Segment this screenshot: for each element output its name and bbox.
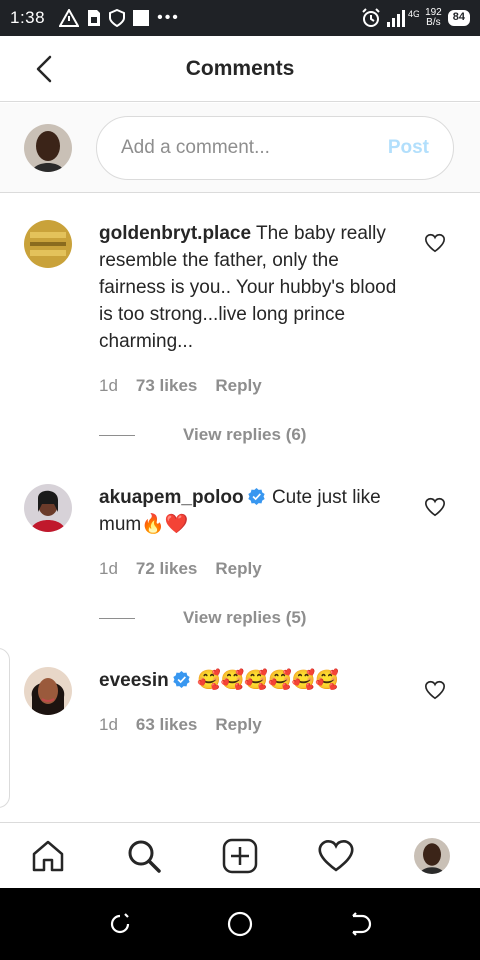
commenter-avatar[interactable] (24, 484, 72, 532)
comment-likes[interactable]: 73 likes (136, 376, 197, 396)
recents-icon (110, 913, 130, 934)
tab-profile[interactable] (408, 832, 456, 880)
comment-text: goldenbryt.place The baby really resembl… (99, 220, 407, 355)
battery-level: 84 (447, 10, 470, 26)
warning-icon (59, 9, 80, 27)
view-replies[interactable]: View replies (6) (99, 425, 306, 445)
comment-username[interactable]: eveesin (99, 670, 169, 691)
search-icon (128, 840, 161, 873)
comment-age: 1d (99, 376, 118, 395)
commenter-avatar[interactable] (24, 220, 72, 268)
comment-age: 1d (99, 715, 118, 734)
tab-new-post[interactable] (216, 832, 264, 880)
chevron-left-icon (36, 55, 52, 83)
comment-content: 🥰🥰🥰🥰🥰🥰 (197, 670, 339, 691)
back-button[interactable] (28, 53, 60, 85)
like-heart-icon[interactable] (424, 679, 446, 701)
comment-text: eveesin 🥰🥰🥰🥰🥰🥰 (99, 667, 407, 694)
network-speed: 192 B/s (425, 8, 442, 28)
comment-meta: 1d 72 likes Reply (99, 559, 262, 579)
verified-badge-icon (173, 671, 190, 688)
square-icon (133, 10, 150, 26)
sim-icon (88, 10, 101, 26)
view-replies-label: View replies (5) (183, 608, 307, 627)
current-user-avatar[interactable] (24, 123, 72, 172)
reply-button[interactable]: Reply (215, 715, 261, 735)
bottom-navigation (0, 822, 480, 888)
replies-divider (99, 617, 135, 619)
system-navigation-bar (0, 888, 480, 960)
like-heart-icon[interactable] (424, 232, 446, 254)
circle-home-icon (227, 911, 253, 937)
verified-badge-icon (247, 488, 265, 505)
home-system-button[interactable] (220, 904, 260, 944)
comment-likes[interactable]: 72 likes (136, 559, 197, 579)
tab-home[interactable] (24, 832, 72, 880)
tab-activity[interactable] (312, 832, 360, 880)
recents-button[interactable] (100, 904, 140, 944)
speed-unit: B/s (426, 17, 441, 28)
comment-meta: 1d 73 likes Reply (99, 376, 262, 396)
comment-username[interactable]: goldenbryt.place (99, 223, 251, 244)
view-replies-label: View replies (6) (183, 425, 307, 444)
profile-avatar (414, 837, 450, 874)
comments-header: Comments (0, 36, 480, 102)
like-heart-icon[interactable] (424, 496, 446, 518)
status-bar: 1:38 ••• 4G 192 B/s 84 (0, 0, 480, 36)
comment-composer: Add a comment... Post (0, 103, 480, 193)
comment-input[interactable]: Add a comment... Post (96, 115, 454, 180)
replies-divider (99, 434, 135, 436)
comment-input-placeholder: Add a comment... (121, 136, 270, 158)
comment-likes[interactable]: 63 likes (136, 715, 197, 735)
page-title: Comments (185, 56, 295, 80)
view-replies[interactable]: View replies (5) (99, 608, 306, 628)
add-post-icon (222, 838, 258, 873)
commenter-avatar[interactable] (24, 667, 72, 715)
status-time: 1:38 (10, 8, 46, 27)
network-type: 4G (408, 9, 419, 19)
activity-heart-icon (318, 839, 354, 871)
post-button[interactable]: Post (388, 137, 429, 159)
shield-icon (109, 9, 126, 27)
comment-text: akuapem_poloo Cute just like mum🔥❤️ (99, 484, 407, 538)
signal-icon: 4G (387, 9, 419, 27)
status-notification-icons: ••• (59, 9, 180, 27)
reply-button[interactable]: Reply (215, 559, 261, 579)
reply-button[interactable]: Reply (215, 376, 261, 396)
back-system-icon (352, 912, 372, 936)
comment-age: 1d (99, 559, 118, 578)
home-icon (32, 840, 64, 871)
comment-meta: 1d 63 likes Reply (99, 715, 262, 735)
more-notifications-icon: ••• (157, 9, 180, 26)
alarm-icon (362, 8, 380, 27)
comment-username[interactable]: akuapem_poloo (99, 487, 244, 508)
edge-panel-handle[interactable] (0, 648, 10, 808)
back-system-button[interactable] (340, 904, 380, 944)
tab-search[interactable] (120, 832, 168, 880)
